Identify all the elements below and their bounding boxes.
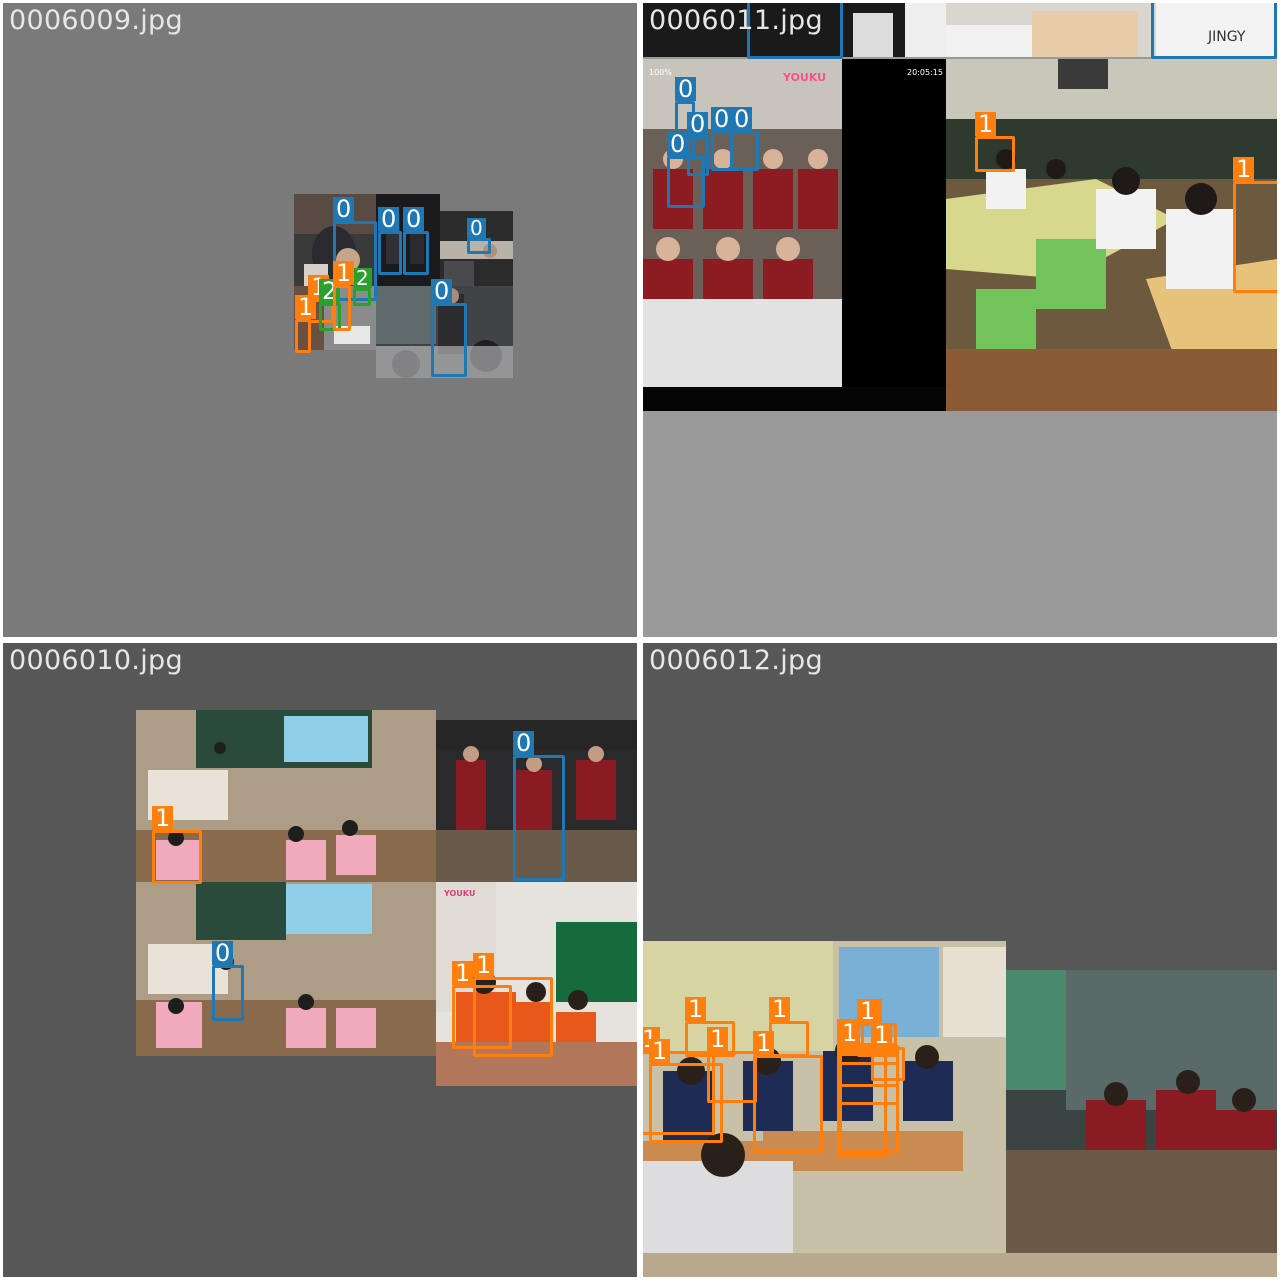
- class-tag: 1: [333, 261, 355, 285]
- tile-filename: 0006010.jpg: [9, 645, 183, 676]
- detection-box: 0: [378, 207, 402, 275]
- class-tag: 1: [871, 1023, 893, 1047]
- tile-0006011: 0006011.jpg JINGY 100% YOUKU 20:05:15 0 …: [643, 3, 1277, 637]
- class-tag: 1: [857, 999, 879, 1023]
- detection-box: 1: [707, 1027, 757, 1103]
- detection-box: 1: [295, 295, 317, 353]
- class-tag: 0: [667, 132, 689, 156]
- tile-0006012: 0006012.jpg 1 1 1 1 1 1 1 1: [643, 643, 1277, 1277]
- detection-box: 0: [687, 112, 709, 176]
- classroom-photo: [643, 1253, 1277, 1277]
- detection-box: 1: [1233, 157, 1277, 293]
- detection-box: 0: [212, 941, 244, 1021]
- video-timestamp: 20:05:15: [907, 68, 943, 77]
- class-tag: 0: [467, 218, 486, 238]
- class-tag: 0: [378, 207, 400, 231]
- class-tag: 2: [353, 268, 372, 288]
- class-tag: 1: [1233, 157, 1255, 181]
- photo-fragment: [1006, 970, 1277, 1253]
- classroom-photo: [136, 882, 436, 1056]
- class-tag: 1: [295, 295, 317, 319]
- class-tag: 0: [675, 77, 697, 101]
- class-tag: 1: [707, 1027, 729, 1051]
- class-tag: 0: [687, 112, 709, 136]
- detection-box: 0: [1151, 3, 1277, 59]
- detection-box: 1: [152, 806, 202, 884]
- detection-box: 0: [513, 731, 565, 881]
- class-tag: 1: [839, 1021, 861, 1045]
- youku-logo: YOUKU: [443, 889, 475, 898]
- class-tag: 1: [452, 961, 474, 985]
- detection-box: 0: [403, 207, 429, 275]
- detection-box: 1: [333, 261, 355, 331]
- detection-box: 0: [711, 107, 733, 171]
- detection-box: 1: [753, 1031, 823, 1153]
- tile-filename: 0006011.jpg: [649, 5, 823, 36]
- class-tag: 1: [753, 1031, 775, 1055]
- tile-filename: 0006012.jpg: [649, 645, 823, 676]
- class-tag: 1: [649, 1039, 671, 1063]
- class-tag: 0: [731, 107, 753, 131]
- tile-0006010: 0006010.jpg YOUKU 1 0 0 1 1: [3, 643, 637, 1277]
- class-tag: 0: [333, 197, 355, 221]
- class-tag: 1: [975, 112, 997, 136]
- tile-0006009: 0006009.jpg 0 0 0 0 0 2 2 1 1: [3, 3, 637, 637]
- class-tag: 0: [711, 107, 733, 131]
- class-tag: 0: [403, 207, 425, 231]
- detection-box: 0: [731, 107, 759, 171]
- youku-logo: YOUKU: [782, 71, 826, 84]
- photo-fragment: [643, 1253, 1277, 1277]
- detection-box: 1: [975, 112, 1015, 172]
- class-tag: 1: [473, 953, 495, 977]
- class-tag: 0: [431, 279, 453, 303]
- photo-fragment: [136, 882, 436, 1056]
- class-tag: 1: [769, 997, 791, 1021]
- progress-percent: 100%: [649, 68, 672, 77]
- tile-filename: 0006009.jpg: [9, 5, 183, 36]
- class-tag: 0: [513, 731, 535, 755]
- detection-box: 1: [839, 1021, 899, 1065]
- detection-box: 1: [769, 997, 809, 1057]
- detection-box: 0: [431, 279, 467, 377]
- class-tag: 1: [152, 806, 174, 830]
- detection-box: 1: [473, 953, 553, 1057]
- class-tag: 1: [685, 997, 707, 1021]
- detection-box: 0: [467, 218, 491, 254]
- mosaic-grid: 0006009.jpg 0 0 0 0 0 2 2 1 1 0006011.jp…: [0, 0, 1280, 1280]
- classroom-photo: [1006, 970, 1277, 1253]
- detection-box: 2: [353, 268, 372, 306]
- class-tag: 0: [212, 941, 234, 965]
